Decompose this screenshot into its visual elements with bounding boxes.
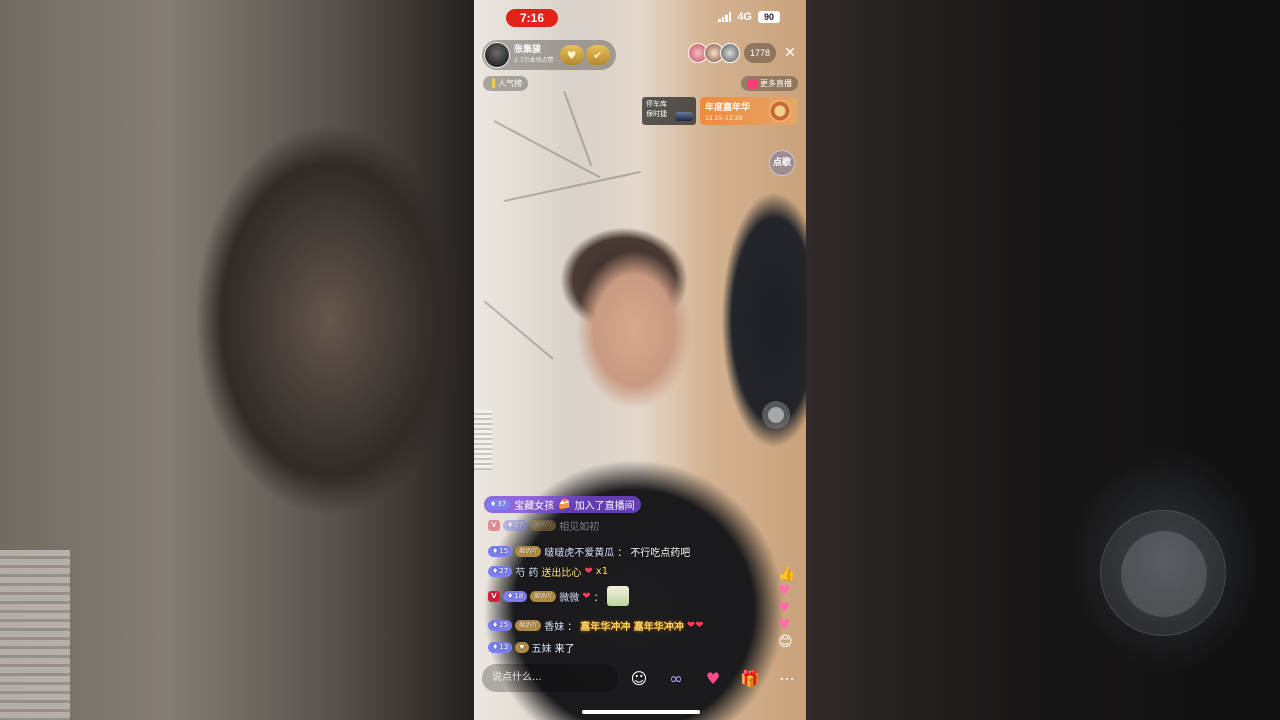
network-label: 4G <box>737 11 752 23</box>
bottom-toolbar: ☺ ∞ ♥ 🎁 ⋯ <box>628 666 798 690</box>
garage-title: 停车库 <box>646 100 667 108</box>
fan-badge: 酸奶吖 <box>530 520 557 531</box>
fan-club-heart-icon[interactable]: ♥ <box>559 45 584 65</box>
popularity-rank-button[interactable]: ▐ 人气榜 <box>483 76 529 91</box>
chat-user[interactable]: 微微 <box>559 589 579 604</box>
live-icon <box>747 78 757 89</box>
emoji-icon: 😊 <box>778 634 793 650</box>
thumbs-up-icon: 👍 <box>778 566 796 582</box>
vip-icon: V <box>488 590 500 602</box>
live-stream-screen: 7:16 4G 90 张集骏 2.7万本场点赞 ♥ ✔ 1778 ✕ ▐ 人气榜… <box>474 0 806 720</box>
avatar[interactable] <box>484 42 510 68</box>
plates <box>474 410 492 470</box>
chat-text: 嘉年华冲冲 嘉年华冲冲 <box>580 622 684 633</box>
lips-icon: ❤ <box>582 590 591 602</box>
fan-badge: ♥ <box>515 642 529 653</box>
chat-message: ♦ 15 酸奶吖 啵啵虎不爱黄瓜： 不行吃点药吧 <box>488 544 690 559</box>
viewer-count[interactable]: 1778 <box>743 43 776 63</box>
gift-count: x1 <box>595 566 609 577</box>
status-indicators: 4G 90 <box>718 11 780 23</box>
host-likes: 2.7万本场点赞 <box>514 57 554 64</box>
cake-icon: 🍰 <box>558 499 571 510</box>
join-text: 加入了直播间 <box>574 501 635 512</box>
chat-user[interactable]: 芍 药 <box>515 564 538 579</box>
chat-user[interactable]: 啵啵虎不爱黄瓜 <box>544 544 614 559</box>
gift-icon[interactable]: 🎁 <box>739 666 761 690</box>
join-notice: ♦ 37 宝藏女孩 🍰 加入了直播间 <box>484 496 641 513</box>
host-card[interactable]: 张集骏 2.7万本场点赞 ♥ ✔ <box>482 40 616 70</box>
follow-check-icon[interactable]: ✔ <box>585 45 610 65</box>
chat-text: 不行吃点药吧 <box>630 548 691 559</box>
more-live-button[interactable]: 更多直播 <box>741 76 798 91</box>
vip-icon: V <box>488 520 500 531</box>
background-blur-left <box>0 0 474 720</box>
chat-message: ♦ 13 ♥ 五妹 来了 <box>488 640 575 655</box>
heart-icon[interactable]: ♥ <box>702 666 724 690</box>
heart-icon: ♥ <box>778 600 791 616</box>
carnival-banner[interactable]: 年度嘉年华 12.25–12.29 <box>700 97 797 125</box>
home-indicator[interactable] <box>582 710 700 714</box>
level-badge: ♦ 27 <box>488 566 513 577</box>
level-badge: ♦ 37 <box>486 499 511 510</box>
medal-icon <box>769 100 791 122</box>
sticker-image <box>606 586 629 606</box>
level-badge: ♦ 27 <box>503 520 528 531</box>
car-icon <box>675 112 693 121</box>
level-badge: ♦ 13 <box>488 642 513 653</box>
background-ghost-button <box>1100 510 1226 636</box>
chat-message: V ♦ 27 酸奶吖 相见如初 <box>488 518 599 533</box>
chat-text: 来了 <box>554 644 575 655</box>
bar-chart-icon: ▐ <box>489 79 496 88</box>
chat-user[interactable]: 相见如初 <box>559 518 599 533</box>
close-icon[interactable]: ✕ <box>782 44 798 62</box>
level-badge: ♦ 25 <box>488 620 513 631</box>
level-badge: ♦ 18 <box>503 590 528 602</box>
heart-icon: ♥ <box>778 617 791 633</box>
song-request-button[interactable]: 点歌 <box>769 150 795 176</box>
comment-input[interactable]: 说点什么... <box>482 664 618 692</box>
emoji-icon[interactable]: ☺ <box>628 666 650 690</box>
fan-badge: 酸奶吖 <box>530 590 557 602</box>
level-badge: ♦ 15 <box>488 546 513 557</box>
viewer-list[interactable]: 1778 <box>687 43 776 63</box>
viewer-avatar[interactable] <box>719 43 740 63</box>
more-icon[interactable]: ⋯ <box>776 666 798 690</box>
hearts-icon: ❤❤ <box>686 620 704 631</box>
chat-message: ♦ 25 酸奶吖 香妹： 嘉年华冲冲 嘉年华冲冲 ❤❤ <box>488 618 703 633</box>
more-live-label: 更多直播 <box>760 79 792 88</box>
status-time: 7:16 <box>506 9 558 27</box>
join-user[interactable]: 宝藏女孩 <box>514 497 554 512</box>
chat-user[interactable]: 香妹 <box>544 618 564 633</box>
host-name: 张集骏 <box>514 45 542 55</box>
chat-user[interactable]: 五妹 <box>532 640 552 655</box>
signal-icon <box>718 12 732 22</box>
battery-icon: 90 <box>758 11 780 23</box>
chat-message: ♦ 27 芍 药 送出比心 ❤ x1 <box>488 564 608 579</box>
rank-label: 人气榜 <box>498 79 523 88</box>
heart-icon: ♥ <box>778 583 791 599</box>
chat-message: V ♦ 18 酸奶吖 微微 ❤： <box>488 586 629 606</box>
floating-gift-effects: 👍 ♥ ♥ ♥ 😊 <box>778 566 795 650</box>
floating-assist-button[interactable] <box>762 401 790 429</box>
link-icon[interactable]: ∞ <box>665 666 687 690</box>
garage-banner[interactable]: 停车库 保时捷 <box>642 97 696 125</box>
fan-badge: 酸奶吖 <box>515 546 542 557</box>
heart-gift-icon: ❤ <box>584 566 593 577</box>
fan-badge: 酸奶吖 <box>515 620 542 631</box>
chat-text: 送出比心 <box>541 568 582 579</box>
